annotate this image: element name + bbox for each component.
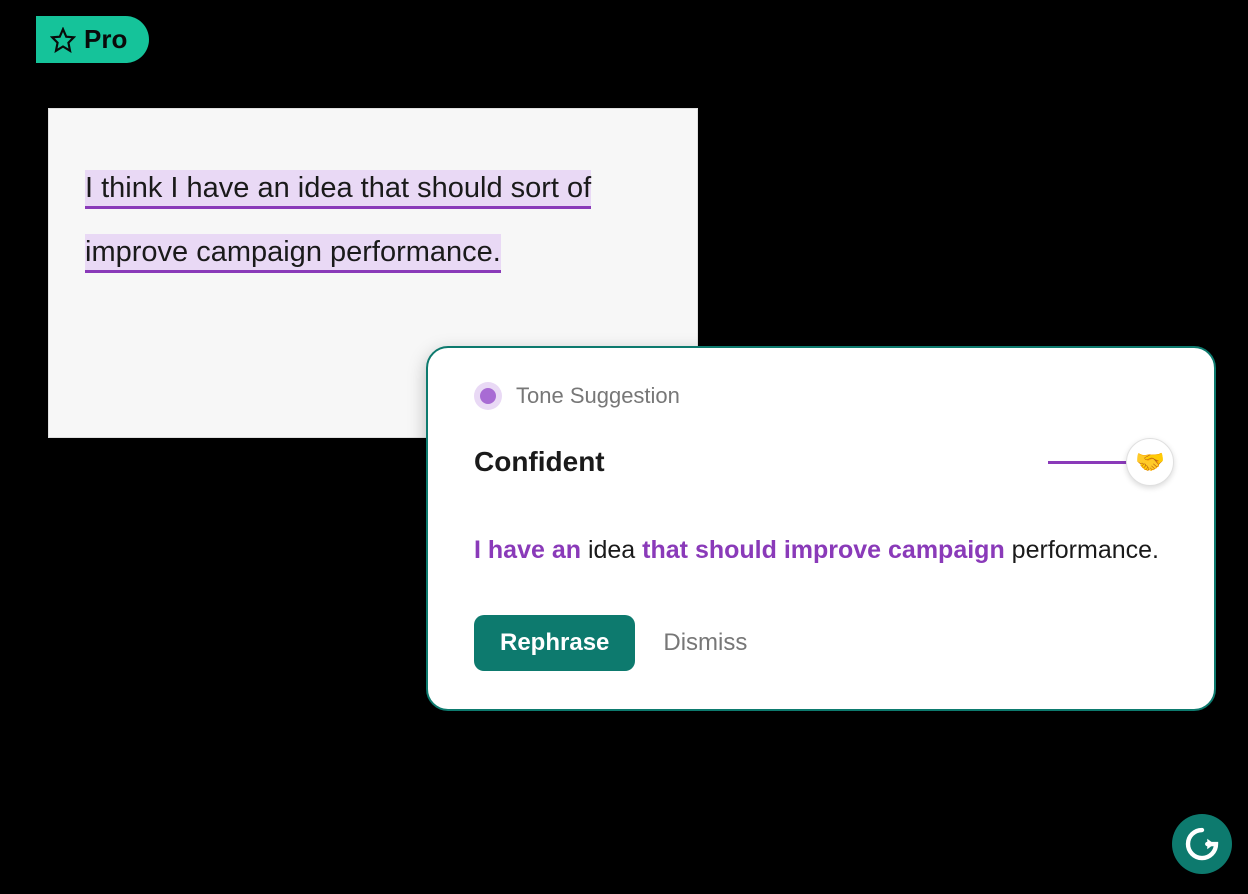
grammarly-logo[interactable] (1172, 814, 1232, 874)
highlighted-line-1: I think I have an idea that should sort … (85, 170, 591, 209)
suggestion-header: Tone Suggestion (474, 382, 1174, 410)
slider-track (1048, 461, 1128, 464)
highlighted-line-2: improve campaign performance. (85, 234, 501, 273)
star-icon (50, 27, 76, 53)
rephrased-text: I have an idea that should improve campa… (474, 528, 1174, 573)
rephrased-part-1: I have an (474, 536, 581, 564)
rephrase-button[interactable]: Rephrase (474, 615, 635, 671)
rephrased-part-3: that should improve campaign (642, 536, 1005, 564)
rephrased-part-2: idea (581, 536, 642, 564)
pro-badge: Pro (36, 16, 149, 63)
suggestion-actions: Rephrase Dismiss (474, 615, 1174, 671)
pro-badge-label: Pro (84, 24, 127, 55)
tone-suggestion-card: Tone Suggestion Confident 🤝 I have an id… (426, 346, 1216, 711)
grammarly-g-icon (1181, 823, 1223, 865)
suggestion-type-label: Tone Suggestion (516, 383, 680, 409)
slider-knob[interactable]: 🤝 (1126, 438, 1174, 486)
tone-icon (474, 382, 502, 410)
rephrased-part-4: performance. (1005, 536, 1159, 564)
tone-row: Confident 🤝 (474, 438, 1174, 486)
dismiss-button[interactable]: Dismiss (663, 629, 747, 657)
tone-slider[interactable]: 🤝 (1048, 438, 1174, 486)
tone-name: Confident (474, 446, 605, 478)
highlighted-sentence[interactable]: I think I have an idea that should sort … (85, 157, 661, 285)
handshake-icon: 🤝 (1135, 448, 1165, 477)
